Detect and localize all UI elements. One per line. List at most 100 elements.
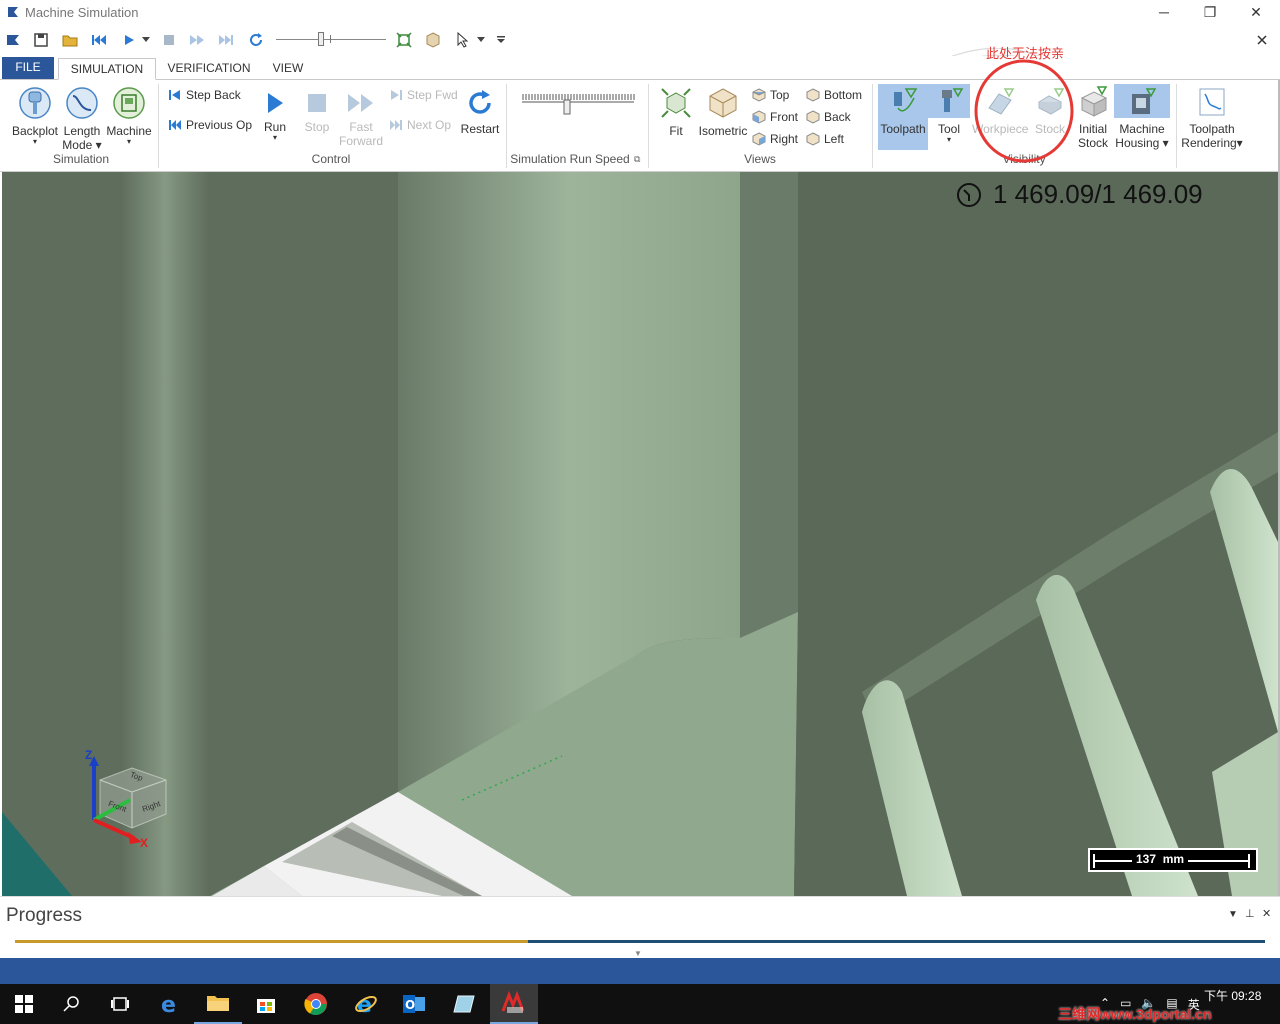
simulation-group-label: Simulation xyxy=(52,152,110,166)
view-cube-icon xyxy=(89,756,167,844)
backplot-icon xyxy=(19,87,51,119)
start-button[interactable] xyxy=(0,984,48,1024)
stop-button[interactable]: Stop xyxy=(298,90,336,134)
speed-slider-thumb[interactable] xyxy=(318,32,324,46)
top-view-icon xyxy=(752,88,766,102)
taskbar-mastercam[interactable] xyxy=(490,984,538,1024)
group-separator xyxy=(872,84,873,168)
front-view-button[interactable]: Front xyxy=(752,110,798,124)
taskbar-store[interactable] xyxy=(242,984,290,1024)
panel-close-icon[interactable]: ✕ xyxy=(1262,907,1271,920)
fit-view-icon[interactable] xyxy=(394,30,414,50)
search-button[interactable] xyxy=(48,984,96,1024)
progress-track xyxy=(15,940,1265,943)
length-mode-button[interactable]: Length Mode ▾ xyxy=(60,86,104,152)
restart-icon[interactable] xyxy=(246,30,266,50)
taskbar-internet-explorer[interactable]: e xyxy=(342,984,390,1024)
go-to-start-icon[interactable] xyxy=(89,30,109,50)
taskbar-chrome[interactable] xyxy=(292,984,340,1024)
play-dropdown-icon[interactable] xyxy=(140,30,152,50)
tab-view[interactable]: VIEW xyxy=(264,58,312,80)
close-document-button[interactable] xyxy=(1252,30,1272,50)
close-window-button[interactable]: ✕ xyxy=(1233,0,1279,26)
simulation-time-readout: 1 469.09/1 469.09 xyxy=(993,179,1203,209)
machine-icon xyxy=(113,87,145,119)
bottom-view-icon xyxy=(806,88,820,102)
top-view-button[interactable]: Top xyxy=(752,88,789,102)
customize-qat-icon[interactable] xyxy=(494,30,508,50)
initial-stock-icon xyxy=(1080,86,1108,117)
step-back-icon xyxy=(169,90,180,100)
left-view-button[interactable]: Left xyxy=(806,132,844,146)
taskbar-outlook[interactable]: O xyxy=(390,984,438,1024)
toolpath-rendering-icon xyxy=(1199,88,1225,116)
app-icon xyxy=(453,995,475,1013)
fast-forward-button[interactable]: Fast Forward xyxy=(338,90,384,148)
panel-menu-icon[interactable]: ▼ xyxy=(1228,909,1238,920)
clock-icon xyxy=(957,183,981,207)
left-view-icon xyxy=(806,132,820,146)
run-button[interactable]: Run ▾ xyxy=(258,90,292,142)
speed-slider-track[interactable] xyxy=(276,39,386,40)
machine-housing-toggle[interactable]: Machine Housing ▾ xyxy=(1114,86,1170,150)
tool-toggle[interactable]: Tool ▾ xyxy=(928,86,970,144)
minimize-button[interactable]: ─ xyxy=(1141,0,1187,26)
annotation-circle xyxy=(974,59,1074,163)
tab-verification[interactable]: VERIFICATION xyxy=(160,58,258,80)
app-menu-icon[interactable] xyxy=(3,30,23,50)
splitter-handle-icon[interactable]: ▼ xyxy=(634,949,642,958)
backplot-button[interactable]: Backplot ▾ xyxy=(10,86,60,146)
svg-text:O: O xyxy=(405,998,415,1012)
group-separator xyxy=(1176,84,1177,168)
group-separator xyxy=(158,84,159,168)
simulation-viewport[interactable]: 1 469.09/1 469.09 137 mm Z X Top Front R… xyxy=(2,172,1278,896)
dialog-launcher-icon[interactable]: ⧉ xyxy=(634,154,640,165)
chrome-icon xyxy=(304,993,327,1015)
app-icon xyxy=(8,7,18,17)
ribbon: Backplot ▾ Length Mode ▾ Machine ▾ Simul… xyxy=(0,80,1280,172)
orientation-triad[interactable]: Z X Top Front Right xyxy=(72,748,182,850)
simulation-speed-slider[interactable] xyxy=(520,90,636,120)
step-fwd-button[interactable]: Step Fwd xyxy=(389,88,458,102)
isometric-button[interactable]: Isometric xyxy=(698,86,748,138)
views-group-label: Views xyxy=(744,152,776,166)
taskbar-app[interactable] xyxy=(440,984,488,1024)
stop-icon[interactable] xyxy=(159,30,179,50)
save-result-icon[interactable] xyxy=(31,30,51,50)
length-mode-icon xyxy=(66,87,98,119)
machine-button[interactable]: Machine ▾ xyxy=(104,86,154,146)
toolpath-rendering-button[interactable]: Toolpath Rendering▾ xyxy=(1180,86,1244,150)
step-fwd-icon xyxy=(391,90,402,100)
system-clock[interactable]: 下午 09:28 xyxy=(1204,987,1261,1004)
tab-file[interactable]: FILE xyxy=(2,57,54,79)
next-op-button[interactable]: Next Op xyxy=(389,118,451,132)
initial-stock-toggle[interactable]: Initial Stock xyxy=(1072,86,1114,150)
toolpath-toggle[interactable]: Toolpath xyxy=(878,86,928,136)
play-icon[interactable] xyxy=(119,30,139,50)
previous-op-button[interactable]: Previous Op xyxy=(168,118,252,132)
restore-button[interactable]: ❐ xyxy=(1187,0,1233,26)
fit-button[interactable]: Fit xyxy=(656,86,696,138)
pointer-dropdown-icon[interactable] xyxy=(475,30,487,50)
back-view-button[interactable]: Back xyxy=(806,110,851,124)
step-back-button[interactable]: Step Back xyxy=(168,88,241,102)
back-view-icon xyxy=(806,110,820,124)
store-icon xyxy=(257,999,275,1013)
bottom-view-button[interactable]: Bottom xyxy=(806,88,862,102)
task-view-button[interactable] xyxy=(96,984,144,1024)
isometric-view-icon[interactable] xyxy=(423,30,443,50)
restart-button[interactable]: Restart xyxy=(458,88,502,136)
taskbar-file-explorer[interactable] xyxy=(194,984,242,1024)
folder-icon xyxy=(207,996,229,1011)
go-to-end-icon[interactable] xyxy=(216,30,236,50)
open-folder-icon[interactable] xyxy=(60,30,80,50)
fast-forward-icon xyxy=(348,94,373,112)
taskbar-edge[interactable]: e xyxy=(146,984,194,1024)
right-view-button[interactable]: Right xyxy=(752,132,798,146)
tab-simulation[interactable]: SIMULATION xyxy=(58,58,156,80)
fast-forward-icon[interactable] xyxy=(187,30,207,50)
pointer-icon[interactable] xyxy=(453,30,473,50)
speed-group-label: Simulation Run Speed xyxy=(510,152,630,166)
pin-icon[interactable]: ⊥ xyxy=(1245,907,1255,920)
task-view-icon xyxy=(111,997,129,1011)
